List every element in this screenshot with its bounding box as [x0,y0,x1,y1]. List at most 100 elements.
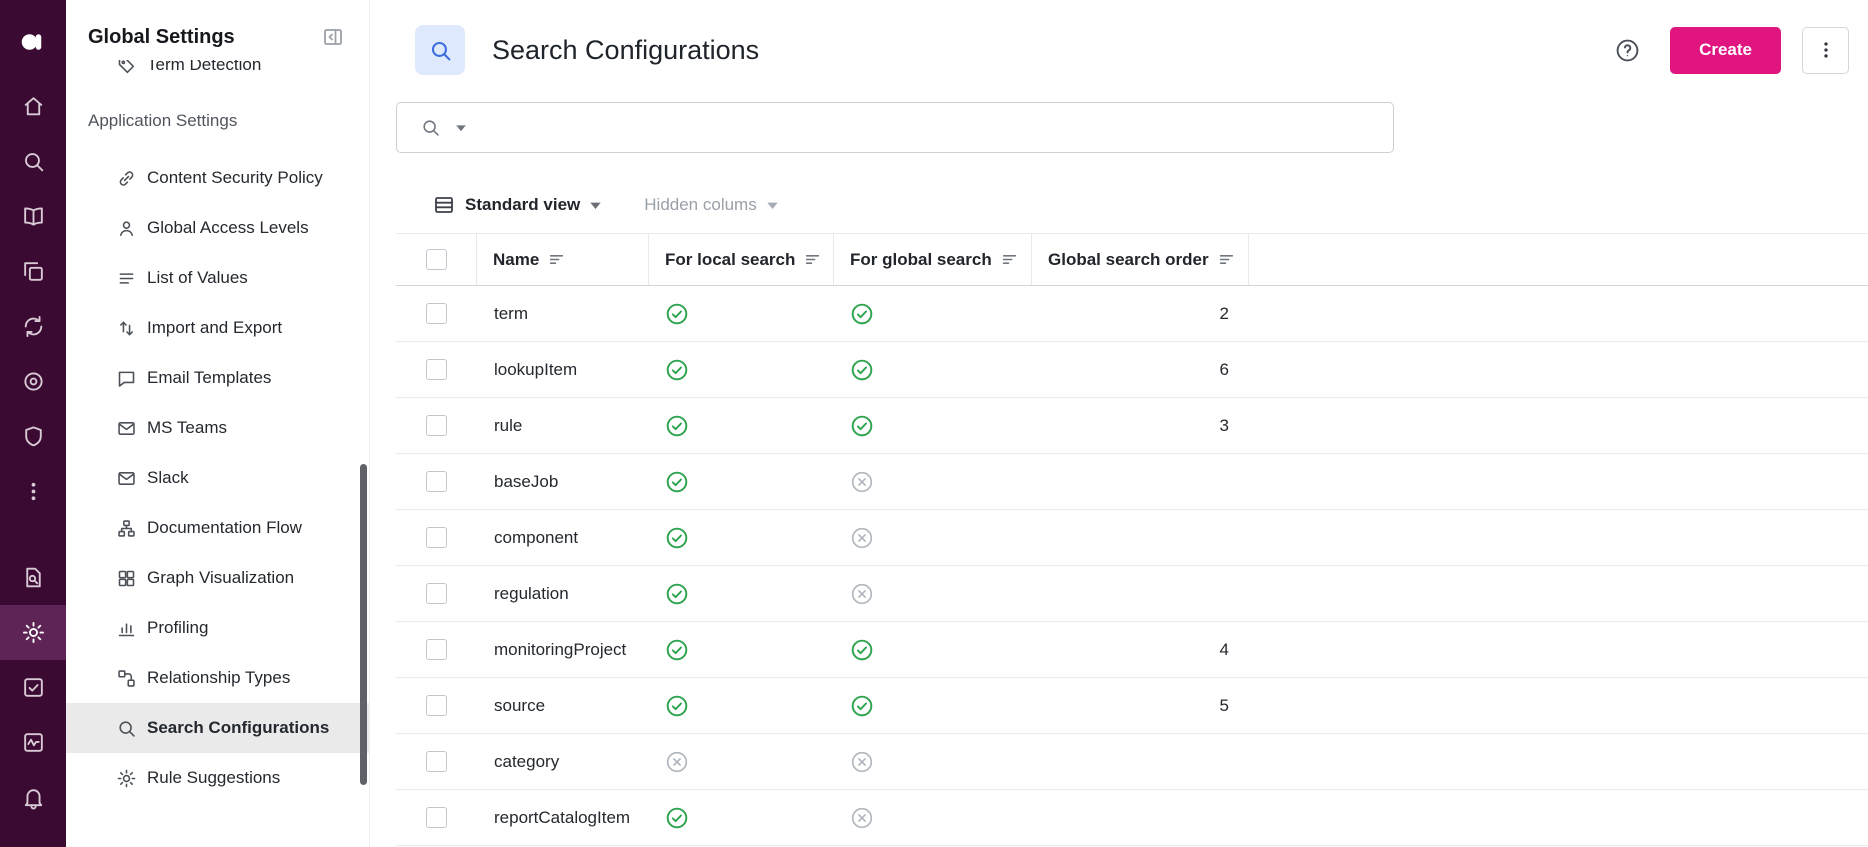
sidebar-item-relationship-types[interactable]: Relationship Types [66,653,369,703]
hidden-columns-selector[interactable]: Hidden colums [644,195,778,215]
row-checkbox[interactable] [426,807,447,828]
sidebar-scrollbar[interactable] [360,464,367,785]
sort-icon[interactable] [1218,252,1235,267]
caret-down-icon [589,201,602,210]
cell-global-search-order: 2 [1219,303,1229,323]
cell-empty [1249,622,1868,677]
view-selector[interactable]: Standard view [432,193,602,217]
table-row-baseJob[interactable]: baseJob [396,454,1868,510]
copy-icon [21,259,46,284]
envelope-icon [116,418,137,439]
sidebar-item-ms-teams[interactable]: MS Teams [66,403,369,453]
table-row-source[interactable]: source 5 [396,678,1868,734]
row-checkbox[interactable] [426,527,447,548]
sidebar-item-import-and-export[interactable]: Import and Export [66,303,369,353]
collapse-sidebar-icon[interactable] [321,25,345,49]
rail-gear-button[interactable] [0,605,66,660]
enabled-check-icon [849,357,875,383]
column-header-name[interactable]: Name [477,234,649,285]
dots-vertical-icon [21,479,46,504]
person-icon [116,218,137,239]
disabled-cross-icon [849,581,875,607]
search-icon [21,149,46,174]
rail-shield-button[interactable] [0,409,66,464]
sidebar-item-slack[interactable]: Slack [66,453,369,503]
row-select-cell [396,342,477,397]
table-row-lookupItem[interactable]: lookupItem 6 [396,342,1868,398]
disabled-cross-icon [849,469,875,495]
search-bar [396,102,1394,153]
enabled-check-icon [664,693,690,719]
row-checkbox[interactable] [426,751,447,772]
search-dropdown-caret-icon[interactable] [455,124,467,132]
sidebar-item-list-of-values[interactable]: List of Values [66,253,369,303]
row-select-cell [396,790,477,845]
rail-pulse-button[interactable] [0,715,66,770]
select-all-checkbox[interactable] [425,249,447,270]
sort-icon[interactable] [804,252,821,267]
sidebar-item-graph-visualization[interactable]: Graph Visualization [66,553,369,603]
rail-book-button[interactable] [0,189,66,244]
cell-local-search [649,790,834,845]
gear-icon [116,768,137,789]
grid-icon [116,568,137,589]
column-header-global-search-order[interactable]: Global search order [1032,234,1249,285]
table-row-term[interactable]: term 2 [396,286,1868,342]
cell-name: baseJob [494,471,559,491]
sidebar-header: Global Settings [66,0,369,60]
help-button[interactable] [1611,34,1643,66]
rail-search-button[interactable] [0,134,66,189]
table-row-reportCatalogItem[interactable]: reportCatalogItem [396,790,1868,846]
column-header-for-local-search[interactable]: For local search [649,234,834,285]
row-checkbox[interactable] [426,303,447,324]
rail-dots-vertical-button[interactable] [0,464,66,519]
rail-home-button[interactable] [0,79,66,134]
cell-global-search-order [1032,454,1249,509]
rail-top [0,79,66,519]
column-header-for-global-search[interactable]: For global search [834,234,1032,285]
sidebar-item-search-configurations[interactable]: Search Configurations [66,703,369,753]
table-row-category[interactable]: category [396,734,1868,790]
sidebar-item-profiling[interactable]: Profiling [66,603,369,653]
create-button[interactable]: Create [1670,26,1781,74]
cell-global-search-order [1032,510,1249,565]
more-options-button[interactable] [1802,26,1849,74]
rail-copy-button[interactable] [0,244,66,299]
sort-icon[interactable] [548,252,565,267]
row-checkbox[interactable] [426,415,447,436]
rail-bell-button[interactable] [0,770,66,825]
rail-spacer [0,519,66,550]
enabled-check-icon [849,693,875,719]
rail-target-button[interactable] [0,354,66,409]
sidebar-item-label: Email Templates [147,368,272,387]
table-body: term 2 lookupItem 6 rule 3 baseJob component reg… [396,286,1868,846]
row-checkbox[interactable] [426,583,447,604]
row-checkbox[interactable] [426,639,447,660]
sort-icon[interactable] [1001,252,1018,267]
rail-sync-button[interactable] [0,299,66,354]
rail-task-check-button[interactable] [0,660,66,715]
main-area: Search Configurations Create Standard vi… [370,0,1868,847]
cell-local-search [649,286,834,341]
cell-empty [1249,566,1868,621]
sidebar-item-content-security-policy[interactable]: Content Security Policy [66,153,369,203]
bell-icon [21,785,46,810]
cell-global-search [834,286,1032,341]
sidebar-item-label: Profiling [147,618,209,637]
sidebar-item-documentation-flow[interactable]: Documentation Flow [66,503,369,553]
enabled-check-icon [664,581,690,607]
rail-file-search-button[interactable] [0,550,66,605]
sidebar-item-label: Graph Visualization [147,568,295,587]
sidebar-item-rule-suggestions[interactable]: Rule Suggestions [66,753,369,803]
row-checkbox[interactable] [426,695,447,716]
search-input[interactable] [481,103,1393,152]
table-row-component[interactable]: component [396,510,1868,566]
sidebar-item-email-templates[interactable]: Email Templates [66,353,369,403]
table-row-monitoringProject[interactable]: monitoringProject 4 [396,622,1868,678]
table-row-regulation[interactable]: regulation [396,566,1868,622]
table-row-rule[interactable]: rule 3 [396,398,1868,454]
icon-rail [0,0,66,847]
sidebar-item-global-access-levels[interactable]: Global Access Levels [66,203,369,253]
row-checkbox[interactable] [426,471,447,492]
row-checkbox[interactable] [426,359,447,380]
